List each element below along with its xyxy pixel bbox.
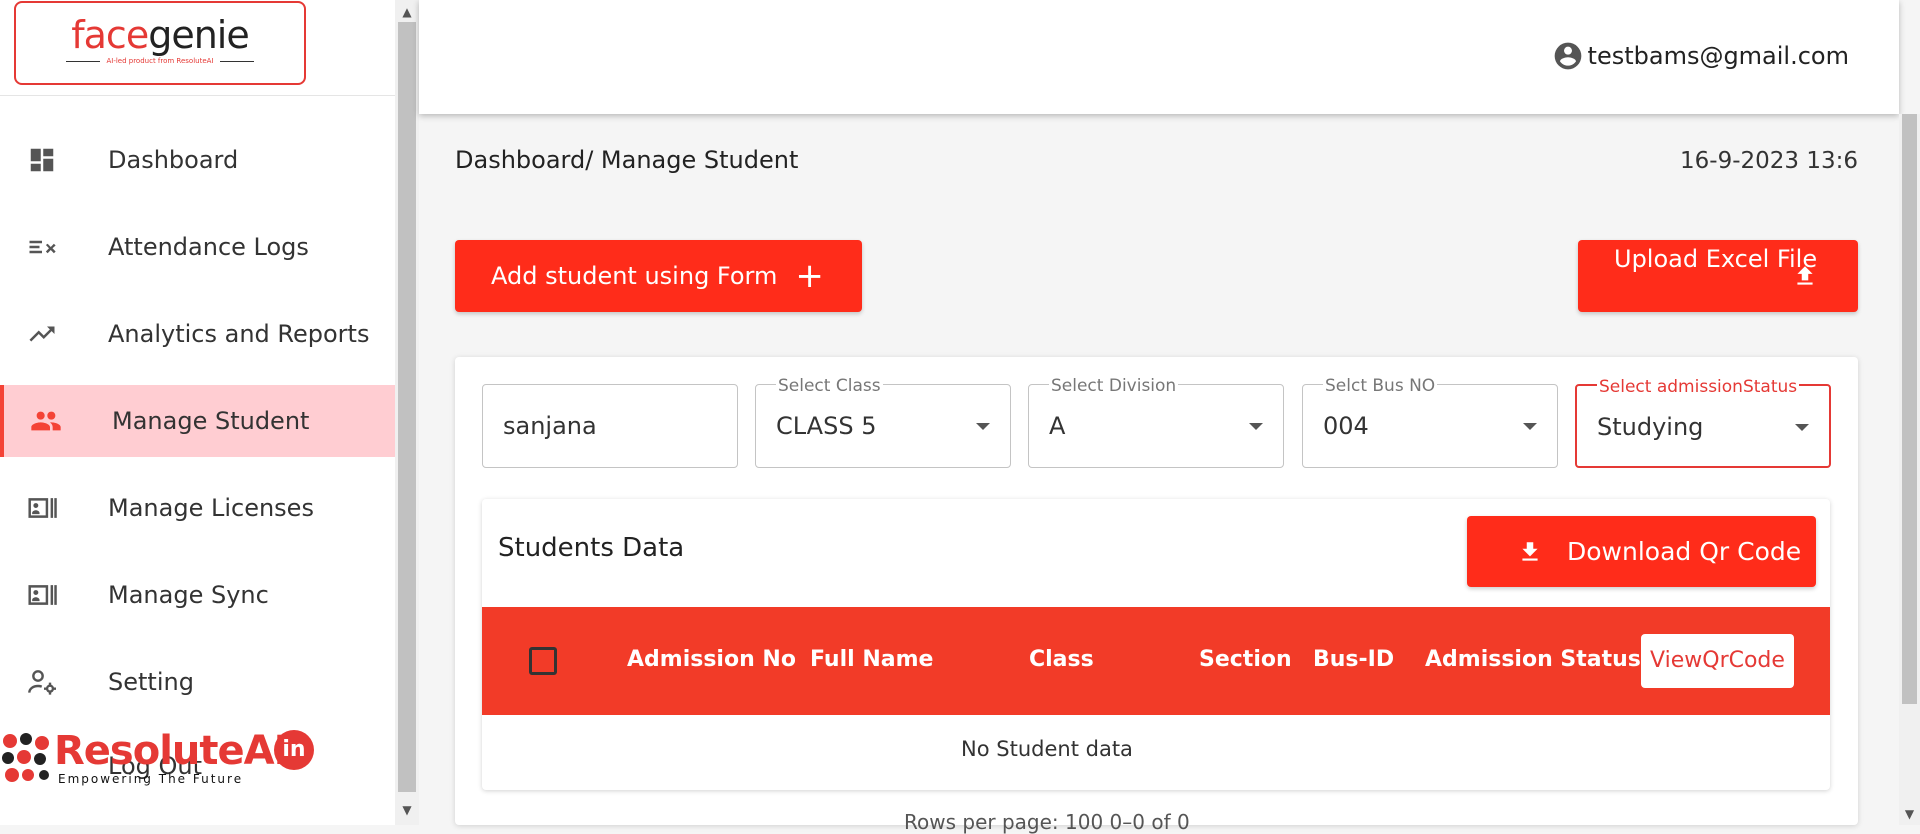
sidebar-item-manage-licenses[interactable]: Manage Licenses <box>0 472 395 544</box>
main-content: testbams@gmail.com Dashboard/ Manage Stu… <box>419 0 1920 834</box>
user-menu[interactable]: testbams@gmail.com <box>1552 40 1849 72</box>
logo-tagline: AI-led product from ResoluteAI <box>16 57 304 65</box>
column-header[interactable]: Admission No <box>627 647 796 672</box>
select-class-value: CLASS 5 <box>776 412 877 440</box>
sidebar-item-label: Manage Licenses <box>108 494 314 522</box>
select-all-checkbox[interactable] <box>529 647 557 675</box>
add-student-form-button[interactable]: Add student using Form + <box>455 240 862 312</box>
logo-area: facegenie AI-led product from ResoluteAI <box>0 0 395 96</box>
account-circle-icon <box>1554 42 1581 70</box>
scroll-down-arrow-icon[interactable]: ▼ <box>1899 804 1920 824</box>
user-settings-icon <box>26 666 58 698</box>
select-division-dropdown[interactable]: Select Division A <box>1028 376 1284 468</box>
top-bar: testbams@gmail.com <box>419 0 1899 114</box>
students-card: sanjana Select Class CLASS 5 Select Divi… <box>455 357 1858 825</box>
checklist-icon <box>26 231 58 263</box>
column-header[interactable]: Bus-ID <box>1313 647 1394 672</box>
scrollbar-thumb[interactable] <box>398 22 416 792</box>
upload-excel-label: Upload Excel File <box>1614 245 1818 273</box>
column-header[interactable]: Section <box>1199 647 1292 672</box>
column-header[interactable]: Admission Status <box>1425 647 1641 672</box>
main-scrollbar[interactable]: ▼ <box>1899 114 1920 825</box>
sidebar-item-setting[interactable]: Setting <box>0 646 395 718</box>
scroll-up-arrow-icon[interactable]: ▲ <box>395 2 419 22</box>
resoluteai-logo: ResoluteAI in Empowering The Future <box>0 728 320 788</box>
view-qr-code-button[interactable]: ViewQrCode <box>1641 634 1794 688</box>
select-bus-label: Selct Bus NO <box>1323 376 1438 396</box>
scrollbar-thumb[interactable] <box>1902 114 1917 704</box>
select-division-value: A <box>1049 412 1066 440</box>
sidebar-item-label: Dashboard <box>108 146 239 174</box>
sidebar-item-label: Setting <box>108 668 194 696</box>
upload-excel-button[interactable]: Upload Excel File <box>1578 240 1858 312</box>
select-bus-dropdown[interactable]: Selct Bus NO 004 <box>1302 376 1558 468</box>
sidebar-item-analytics[interactable]: Analytics and Reports <box>0 298 395 370</box>
trending-up-icon <box>26 318 58 350</box>
sidebar-item-manage-sync[interactable]: Manage Sync <box>0 559 395 631</box>
select-status-value: Studying <box>1597 413 1704 441</box>
badge-icon <box>26 579 58 611</box>
students-data-title: Students Data <box>498 533 685 563</box>
chevron-down-icon <box>1249 423 1263 430</box>
brand-suffix: in <box>274 730 314 770</box>
select-admission-status-dropdown[interactable]: Select admissionStatus Studying <box>1575 377 1831 468</box>
download-qr-button[interactable]: Download Qr Code <box>1467 516 1816 587</box>
sidebar-item-label: Analytics and Reports <box>108 320 370 348</box>
sidebar-item-manage-student[interactable]: Manage Student <box>0 385 395 457</box>
search-value: sanjana <box>503 412 597 440</box>
chevron-down-icon <box>1795 424 1809 431</box>
badge-icon <box>26 492 58 524</box>
select-status-label: Select admissionStatus <box>1597 377 1800 397</box>
download-qr-label: Download Qr Code <box>1567 537 1802 566</box>
brand-tagline: Empowering The Future <box>58 772 244 786</box>
breadcrumb: Dashboard/ Manage Student <box>455 146 799 174</box>
select-division-label: Select Division <box>1049 376 1179 396</box>
sidebar-item-label: Manage Sync <box>108 581 269 609</box>
students-table-card: Students Data Download Qr Code Admission… <box>482 499 1830 790</box>
sidebar-item-attendance-logs[interactable]: Attendance Logs <box>0 211 395 283</box>
user-email: testbams@gmail.com <box>1587 42 1849 70</box>
column-header[interactable]: Class <box>1029 647 1094 672</box>
pagination: Rows per page: 100 0–0 of 0 <box>904 810 1190 834</box>
download-icon <box>1522 541 1538 561</box>
empty-state-text: No Student data <box>961 737 1133 761</box>
brand-dots-icon <box>2 733 49 782</box>
select-class-label: Select Class <box>776 376 883 396</box>
select-class-dropdown[interactable]: Select Class CLASS 5 <box>755 376 1011 468</box>
scroll-down-arrow-icon[interactable]: ▼ <box>395 800 419 820</box>
datetime: 16-9-2023 13:6 <box>1680 148 1858 174</box>
column-header[interactable]: Full Name <box>810 647 933 672</box>
sidebar: facegenie AI-led product from ResoluteAI… <box>0 0 395 825</box>
sidebar-nav: Dashboard Attendance Logs Analytics and … <box>0 124 395 733</box>
sidebar-item-dashboard[interactable]: Dashboard <box>0 124 395 196</box>
select-bus-value: 004 <box>1323 412 1369 440</box>
search-input[interactable]: sanjana <box>482 384 738 468</box>
sidebar-item-label: Attendance Logs <box>108 233 309 261</box>
upload-icon <box>1797 266 1813 285</box>
dashboard-icon <box>26 144 58 176</box>
sidebar-item-label: Manage Student <box>112 407 310 435</box>
chevron-down-icon <box>976 423 990 430</box>
logo-accent-text: genie <box>148 13 250 57</box>
brand-name: ResoluteAI <box>54 728 288 774</box>
add-student-label: Add student using Form <box>491 262 778 290</box>
plus-icon: + <box>795 256 824 296</box>
table-header-row: Admission No Full Name Class Section Bus… <box>482 607 1830 715</box>
logo-main-text: face <box>71 13 149 57</box>
facegenie-logo[interactable]: facegenie AI-led product from ResoluteAI <box>14 1 306 85</box>
sidebar-scrollbar[interactable]: ▲ ▼ <box>395 0 419 825</box>
people-icon <box>30 405 62 437</box>
chevron-down-icon <box>1523 423 1537 430</box>
